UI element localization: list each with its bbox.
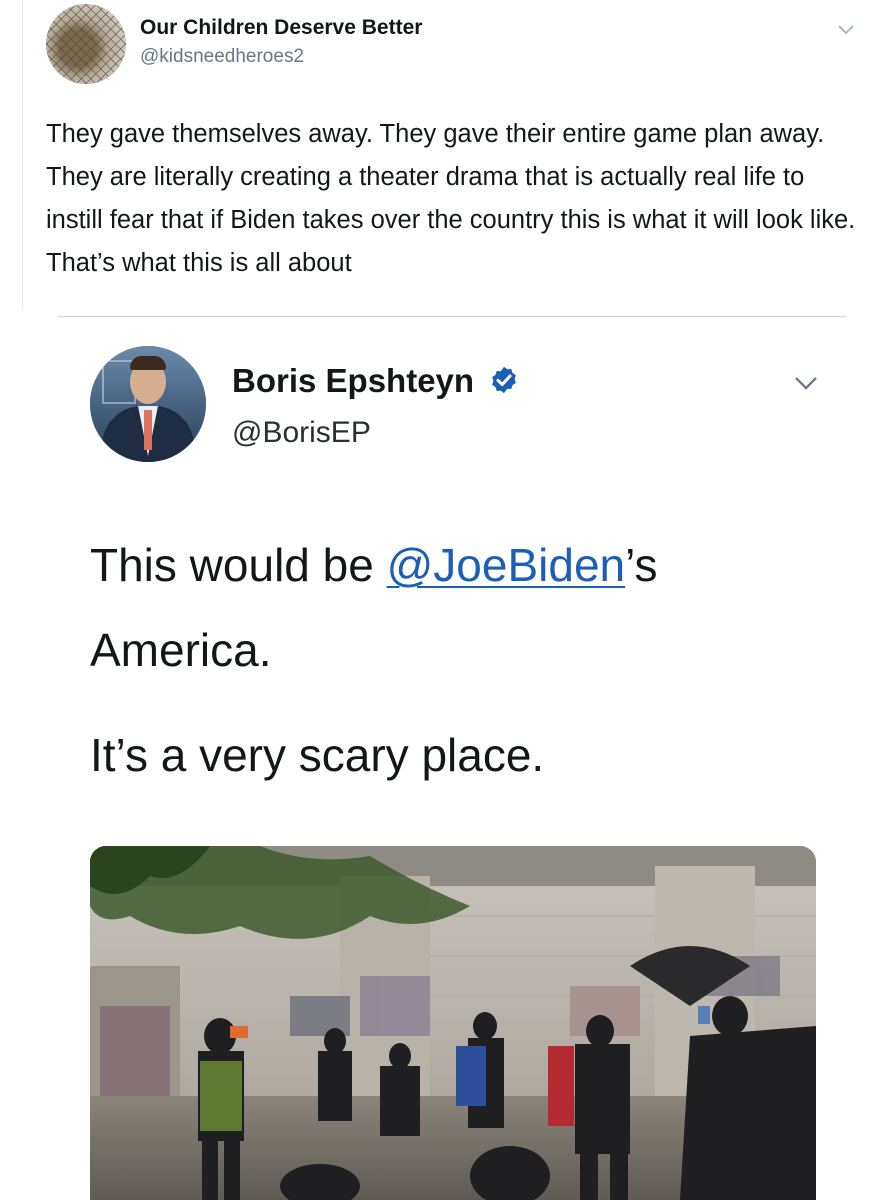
verified-badge-icon bbox=[492, 367, 517, 394]
divider bbox=[58, 316, 846, 317]
quoted-tweet-text-line-2: America. bbox=[90, 624, 272, 676]
timeline-left-border bbox=[22, 0, 23, 310]
quoted-text-suffix: ’s bbox=[625, 539, 658, 591]
protest-photo bbox=[90, 846, 816, 1200]
quoted-tweet-media[interactable] bbox=[90, 846, 816, 1200]
quoted-author-avatar[interactable] bbox=[90, 346, 206, 462]
chevron-down-icon[interactable] bbox=[836, 22, 856, 36]
quoted-tweet-text-line-1: This would be @JoeBiden’s bbox=[90, 538, 658, 592]
mention-link[interactable]: @JoeBiden bbox=[387, 539, 626, 591]
quoted-tweet-text-line-3: It’s a very scary place. bbox=[90, 729, 545, 781]
outer-author-avatar[interactable] bbox=[46, 4, 126, 84]
fence-photo bbox=[46, 4, 126, 84]
quoted-author-name-text: Boris Epshteyn bbox=[232, 362, 475, 399]
chevron-down-icon[interactable] bbox=[793, 374, 819, 392]
outer-author-handle[interactable]: @kidsneedheroes2 bbox=[140, 46, 304, 68]
outer-tweet-text: They gave themselves away. They gave the… bbox=[46, 120, 856, 277]
quoted-text-prefix: This would be bbox=[90, 539, 387, 591]
outer-tweet-header: Our Children Deserve Better @kidsneedher… bbox=[46, 4, 866, 84]
quoted-author-handle[interactable]: @BorisEP bbox=[232, 416, 371, 450]
quoted-author-name[interactable]: Boris Epshteyn bbox=[232, 362, 519, 400]
outer-author-name[interactable]: Our Children Deserve Better bbox=[140, 16, 422, 40]
